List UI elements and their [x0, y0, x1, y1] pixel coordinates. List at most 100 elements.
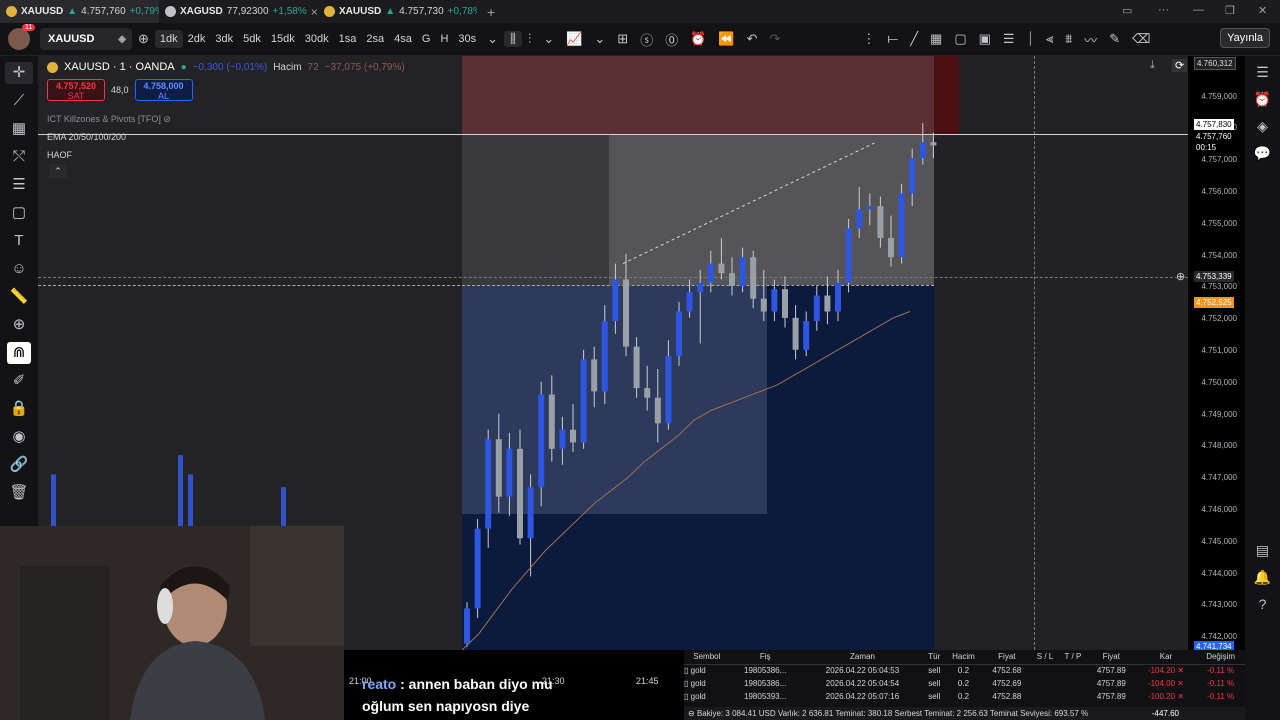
chevron-down-icon[interactable]: ⌄: [481, 31, 504, 47]
trash-icon[interactable]: 🗑: [9, 482, 28, 504]
column-header[interactable]: T / P: [1058, 650, 1087, 665]
scroll-down-icon[interactable]: ⤓: [1150, 59, 1155, 72]
text-tool-icon[interactable]: T: [14, 230, 23, 252]
lock-icon[interactable]: 🔒: [10, 398, 29, 420]
undo-icon[interactable]: ↶: [741, 31, 764, 47]
column-header[interactable]: Hacim: [944, 650, 983, 665]
column-header[interactable]: Tür: [924, 650, 945, 665]
interval-2sa[interactable]: 2sa: [361, 33, 389, 45]
interval-1sa[interactable]: 1sa: [334, 33, 362, 45]
new-tab-icon[interactable]: +: [477, 4, 505, 20]
calendar-icon[interactable]: ▤: [1256, 542, 1269, 559]
eye-icon[interactable]: ◉: [12, 426, 25, 448]
chevron-down-icon[interactable]: ⌄: [588, 31, 611, 47]
column-header[interactable]: Fiyat: [982, 650, 1032, 665]
chat-icon[interactable]: 💬: [1254, 145, 1271, 162]
templates-icon[interactable]: ⊞: [611, 31, 634, 47]
tab-xauusd[interactable]: XAUUSD ▲ 4.757,760 +0,79% ×: [0, 0, 159, 23]
alert-icon[interactable]: ⏰: [684, 31, 712, 47]
alarm-icon[interactable]: ⏰: [1254, 91, 1271, 108]
sell-button[interactable]: 4.757,520 SAT: [47, 79, 105, 101]
candles-icon[interactable]: ⫼: [504, 31, 523, 47]
channel-icon[interactable]: ⫷: [1040, 31, 1059, 47]
chevron-down-icon[interactable]: ⌄: [537, 31, 560, 47]
eraser-icon[interactable]: ⌫: [1126, 31, 1156, 47]
window-close-icon[interactable]: ✕: [1258, 4, 1267, 17]
shape-tool-icon[interactable]: ▢: [12, 202, 26, 224]
horizontal-line-icon[interactable]: ⟝: [881, 31, 904, 47]
pattern-tool-icon[interactable]: ⤲: [13, 146, 25, 168]
rectangle-icon[interactable]: ▢: [948, 31, 972, 47]
more-icon[interactable]: ···: [1158, 4, 1169, 16]
interval-15dk[interactable]: 15dk: [266, 33, 300, 45]
magnet-icon[interactable]: ⋒: [7, 342, 31, 364]
table-row[interactable]: ▯ gold 19805393... 2026.04.22 05:07:16 sell…: [684, 690, 1245, 703]
eye-off-icon[interactable]: ⊘: [163, 114, 171, 124]
brush-icon[interactable]: ✎: [1103, 31, 1126, 47]
add-symbol-icon[interactable]: ⊕: [132, 31, 155, 47]
pencil-lock-icon[interactable]: ✐: [13, 370, 26, 392]
column-header[interactable]: S / L: [1031, 650, 1059, 665]
crosshair-plus-icon[interactable]: ⊕: [1176, 270, 1185, 283]
bars-icon[interactable]: ⫶: [522, 31, 537, 47]
avatar[interactable]: 11: [8, 24, 36, 50]
ruler-icon[interactable]: 📏: [10, 286, 29, 308]
vertical-line-icon[interactable]: ⏐: [1021, 31, 1040, 47]
pitchfork-icon[interactable]: ⩩: [1059, 31, 1078, 47]
help-icon[interactable]: ?: [1259, 596, 1267, 612]
indicator-ema[interactable]: EMA 20/50/100/200: [47, 128, 171, 146]
column-header[interactable]: Kar: [1135, 650, 1197, 665]
s-icon[interactable]: ⓢ: [634, 30, 659, 49]
tab-xauusd-2[interactable]: XAUUSD ▲ 4.757,730 +0,78% ×: [318, 0, 477, 23]
bell-icon[interactable]: 🔔: [1254, 569, 1271, 586]
fib-icon[interactable]: ☰: [997, 31, 1021, 47]
refresh-icon[interactable]: ⟳: [1172, 59, 1188, 72]
line-tool-icon[interactable]: ⟋: [14, 90, 25, 112]
price-axis[interactable]: 4.760,312 4.759,0004.758,0004.757,0004.7…: [1188, 56, 1245, 652]
crosshair-icon[interactable]: ✛: [5, 62, 33, 84]
interval-2dk[interactable]: 2dk: [183, 33, 211, 45]
interval-1dk[interactable]: 1dk: [154, 30, 183, 48]
collapse-icon[interactable]: ⊖: [688, 709, 695, 718]
indicator-killzones[interactable]: ICT Killzones & Pivots [TFO] ⊘: [47, 110, 171, 128]
column-header[interactable]: Zaman: [800, 650, 925, 665]
column-header[interactable]: Sembol: [684, 650, 730, 665]
collapse-icon[interactable]: ⌃: [49, 164, 67, 178]
trend-line-icon[interactable]: ╱: [904, 31, 924, 47]
table-row[interactable]: ▯ gold 19805386... 2026.04.22 05:04:54 sell…: [684, 677, 1245, 690]
minimize-icon[interactable]: —: [1193, 4, 1204, 16]
interval-5dk[interactable]: 5dk: [238, 33, 266, 45]
emoji-icon[interactable]: ☺: [11, 258, 26, 280]
layout-icon[interactable]: ▣: [973, 31, 997, 47]
publish-button[interactable]: Yayınla: [1220, 28, 1270, 48]
buy-button[interactable]: 4.758,000 AL: [134, 79, 193, 101]
column-header[interactable]: Değişim: [1196, 650, 1245, 665]
layers-icon[interactable]: ◈: [1257, 118, 1268, 135]
symbol-search[interactable]: XAUUSD ◈: [40, 28, 132, 50]
table-row[interactable]: ▯ gold 19805386... 2026.04.22 05:04:53 sell…: [684, 664, 1245, 677]
interval-g[interactable]: G: [417, 33, 436, 45]
interval-30s[interactable]: 30s: [453, 33, 481, 45]
tab-xagusd[interactable]: XAGUSD 77,92300 +1,58% ×: [159, 0, 318, 23]
indicator-haof[interactable]: HAOF: [47, 146, 171, 164]
grid-icon[interactable]: ▦: [924, 31, 948, 47]
column-header[interactable]: Fiyat: [1087, 650, 1136, 665]
zoom-icon[interactable]: ⊕: [13, 314, 26, 336]
column-header[interactable]: Fiş: [729, 650, 801, 665]
grid-tool-icon[interactable]: ▦: [12, 118, 26, 140]
maximize-icon[interactable]: ❐: [1225, 4, 1235, 17]
fib-tool-icon[interactable]: ☰: [12, 174, 25, 196]
replay-icon[interactable]: ⏪: [712, 31, 740, 47]
window-layout-icon[interactable]: ▭: [1122, 4, 1132, 17]
interval-h[interactable]: H: [435, 33, 453, 45]
interval-30dk[interactable]: 30dk: [300, 33, 334, 45]
watchlist-icon[interactable]: ☰: [1256, 64, 1269, 81]
redo-icon[interactable]: ↷: [764, 31, 787, 47]
close-icon[interactable]: ×: [311, 5, 318, 19]
indicators-icon[interactable]: 📈: [560, 31, 588, 47]
link-icon[interactable]: 🔗: [10, 454, 29, 476]
interval-3dk[interactable]: 3dk: [210, 33, 238, 45]
wave-icon[interactable]: 〰: [1078, 30, 1103, 49]
interval-4sa[interactable]: 4sa: [389, 33, 417, 45]
drag-handle-icon[interactable]: ⋮: [856, 31, 881, 47]
